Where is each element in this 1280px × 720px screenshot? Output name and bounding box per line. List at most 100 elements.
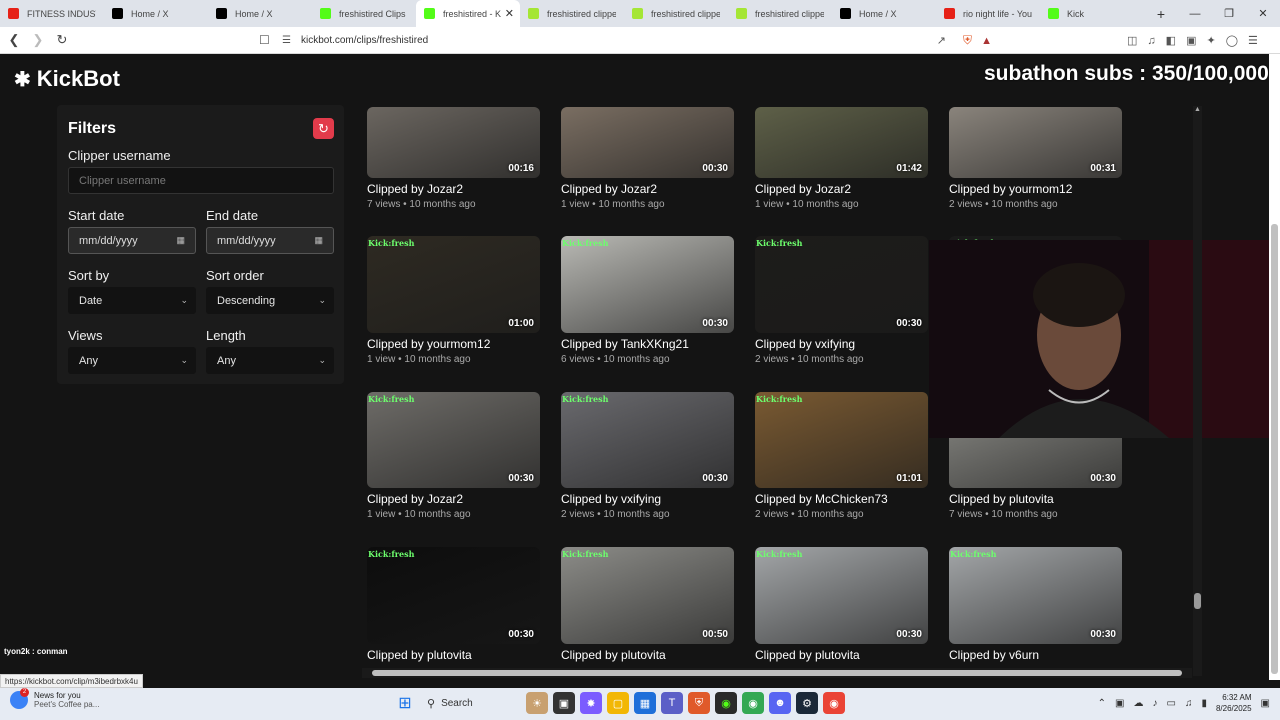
browser-tab[interactable]: FITNESS INDUSTRY [0, 0, 104, 27]
forward-icon[interactable]: ❯ [28, 32, 48, 48]
horizontal-scrollbar[interactable] [362, 668, 1192, 678]
clip-clipper[interactable]: Clipped by Jozar2 [755, 182, 928, 196]
cloud-icon[interactable]: ☁ [1133, 698, 1143, 709]
reset-filters-button[interactable]: ↻ [313, 118, 334, 139]
clip-thumbnail[interactable]: Kick:fresh 01:00 [367, 236, 540, 333]
browser-tab[interactable]: freshistired Clips - K [312, 0, 416, 27]
clip-card[interactable]: Kick:fresh 00:30 Clipped by plutovita [367, 547, 540, 662]
scrollbar-thumb[interactable] [372, 670, 1182, 676]
bookmark-icon[interactable]: ☐ [259, 33, 270, 47]
start-date-input[interactable]: mm/dd/yyyy ▦ [68, 227, 196, 254]
battery-icon[interactable]: ▮ [1201, 698, 1207, 709]
clip-thumbnail[interactable]: 01:42 [755, 107, 928, 178]
mic-icon[interactable]: ♪ [1152, 698, 1157, 709]
scroll-up-icon[interactable]: ▲ [1194, 106, 1201, 113]
clip-thumbnail[interactable]: 00:16 [367, 107, 540, 178]
clip-thumbnail[interactable]: 00:31 [949, 107, 1122, 178]
clip-card[interactable]: Kick:fresh 00:30 Clipped by vxifying 2 view… [755, 236, 928, 365]
teams-icon[interactable]: T [661, 692, 683, 714]
browser-tab[interactable]: Home / X [832, 0, 936, 27]
restore-icon[interactable]: ❐ [1212, 7, 1246, 20]
sidebar-icon[interactable]: ◫ [1127, 34, 1137, 47]
url-field[interactable]: ☰ kickbot.com/clips/freshistired ↗ ⛨ ▲ [282, 30, 994, 51]
clip-card[interactable]: Kick:fresh 00:30 Clipped by TankXKng21 6 vi… [561, 236, 734, 365]
clip-thumbnail[interactable]: Kick:fresh 00:30 [949, 547, 1122, 644]
browser-tab[interactable]: freshistired clipped [624, 0, 728, 27]
clip-thumbnail[interactable]: Kick:fresh 01:01 [755, 392, 928, 488]
clip-clipper[interactable]: Clipped by vxifying [755, 337, 928, 351]
music-icon[interactable]: ♫ [1147, 35, 1155, 47]
clip-clipper[interactable]: Clipped by plutovita [755, 648, 928, 662]
start-icon[interactable]: ⊞ [394, 692, 416, 714]
clip-card[interactable]: Kick:fresh 00:50 Clipped by plutovita [561, 547, 734, 662]
close-window-icon[interactable]: ✕ [1246, 7, 1280, 20]
clip-thumbnail[interactable]: Kick:fresh 00:30 [367, 392, 540, 488]
chrome-icon[interactable]: ◉ [823, 692, 845, 714]
calendar-icon[interactable]: ▦ [314, 235, 323, 246]
reload-icon[interactable]: ↻ [52, 32, 72, 48]
vpn-icon[interactable]: ◯ [1226, 34, 1238, 47]
views-select[interactable]: Any ⌄ [68, 347, 196, 374]
volume-icon[interactable]: ♫ [1185, 698, 1193, 709]
logo[interactable]: ✱ KickBot [14, 66, 120, 92]
brave-shield-icon[interactable]: ⛨ [963, 33, 972, 48]
scrollbar-thumb[interactable] [1271, 224, 1278, 674]
clip-clipper[interactable]: Clipped by Jozar2 [367, 182, 540, 196]
clip-clipper[interactable]: Clipped by plutovita [949, 492, 1122, 506]
clip-thumbnail[interactable]: Kick:fresh 00:30 [755, 547, 928, 644]
task-view-icon[interactable]: ▣ [553, 692, 575, 714]
calendar-icon[interactable]: ▦ [176, 235, 185, 246]
clipper-username-input[interactable]: Clipper username [68, 167, 334, 194]
panel-icon[interactable]: ◧ [1166, 34, 1176, 47]
length-select[interactable]: Any ⌄ [206, 347, 334, 374]
chrome-icon[interactable]: ◉ [742, 692, 764, 714]
clip-card[interactable]: Kick:fresh 00:30 Clipped by vxifying 2 view… [561, 392, 734, 520]
clip-card[interactable]: 00:30 Clipped by Jozar2 1 view • 10 months… [561, 107, 734, 210]
clip-card[interactable]: Kick:fresh 01:01 Clipped by McChicken73 2 v… [755, 392, 928, 520]
content-scrollbar[interactable]: ▲ [1193, 106, 1202, 676]
discord-icon[interactable]: ☻ [769, 692, 791, 714]
clip-clipper[interactable]: Clipped by TankXKng21 [561, 337, 734, 351]
clip-card[interactable]: Kick:fresh 01:00 Clipped by yourmom12 1 vie… [367, 236, 540, 365]
brave-rewards-icon[interactable]: ▲ [981, 35, 992, 47]
wallet-icon[interactable]: ▣ [1186, 34, 1196, 47]
end-date-input[interactable]: mm/dd/yyyy ▦ [206, 227, 334, 254]
clip-thumbnail[interactable]: Kick:fresh 00:30 [367, 547, 540, 644]
back-icon[interactable]: ❮ [4, 32, 24, 48]
file-explorer-icon[interactable]: ▢ [607, 692, 629, 714]
clip-card[interactable]: 01:42 Clipped by Jozar2 1 view • 10 months… [755, 107, 928, 210]
clip-card[interactable]: Kick:fresh 00:30 Clipped by v6urn [949, 547, 1122, 662]
clip-clipper[interactable]: Clipped by Jozar2 [367, 492, 540, 506]
sort-order-select[interactable]: Descending ⌄ [206, 287, 334, 314]
clip-thumbnail[interactable]: 00:30 [561, 107, 734, 178]
taskbar-search[interactable]: ⚲ Search [421, 692, 521, 714]
clip-clipper[interactable]: Clipped by Jozar2 [561, 182, 734, 196]
clip-clipper[interactable]: Clipped by yourmom12 [949, 182, 1122, 196]
clip-card[interactable]: 00:31 Clipped by yourmom12 2 views • 10 mo… [949, 107, 1122, 210]
steam-icon[interactable]: ⚙ [796, 692, 818, 714]
copilot-icon[interactable]: ✸ [580, 692, 602, 714]
browser-tab[interactable]: freshistired - K ✕ [416, 0, 520, 27]
browser-tab[interactable]: rio night life - YouT [936, 0, 1040, 27]
clip-clipper[interactable]: Clipped by v6urn [949, 648, 1122, 662]
browser-tab[interactable]: Kick [1040, 0, 1144, 27]
clip-thumbnail[interactable]: Kick:fresh 00:50 [561, 547, 734, 644]
menu-icon[interactable]: ☰ [1248, 34, 1258, 47]
tray-app-icon[interactable]: ▣ [1115, 698, 1124, 709]
widget-icon[interactable]: ☀ [526, 692, 548, 714]
ai-icon[interactable]: ✦ [1206, 34, 1215, 47]
clip-card[interactable]: Kick:fresh 00:30 Clipped by plutovita [755, 547, 928, 662]
clip-card[interactable]: 00:16 Clipped by Jozar2 7 views • 10 month… [367, 107, 540, 210]
clip-thumbnail[interactable]: Kick:fresh 00:30 [561, 392, 734, 488]
site-settings-icon[interactable]: ☰ [282, 35, 291, 46]
app-icon[interactable]: ◉ [715, 692, 737, 714]
page-scrollbar[interactable] [1269, 54, 1280, 680]
chevron-up-icon[interactable]: ⌃ [1098, 698, 1106, 709]
brave-icon[interactable]: ⛨ [688, 692, 710, 714]
clock[interactable]: 6:32 AM 8/26/2025 [1216, 692, 1252, 714]
store-icon[interactable]: ▦ [634, 692, 656, 714]
clip-clipper[interactable]: Clipped by plutovita [561, 648, 734, 662]
close-tab-icon[interactable]: ✕ [505, 7, 514, 20]
new-tab-button[interactable]: + [1150, 6, 1172, 22]
browser-tab[interactable]: Home / X [104, 0, 208, 27]
